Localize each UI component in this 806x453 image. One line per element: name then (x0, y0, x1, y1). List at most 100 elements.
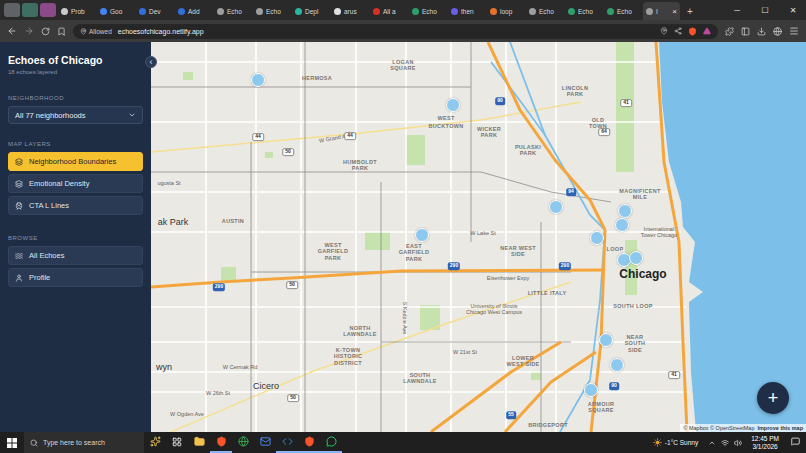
sparkles-icon (150, 436, 161, 447)
browser-tab[interactable]: Dev (136, 2, 173, 20)
map-label: W Ogden Ave (170, 411, 204, 417)
map-label: Chicago (619, 268, 666, 282)
wifi-icon[interactable] (721, 439, 729, 447)
layer-button[interactable]: Emotional Density (8, 174, 143, 193)
map-label: SOUTH LOOP (613, 303, 652, 309)
share-icon[interactable] (674, 27, 682, 35)
clock[interactable]: 12:45 PM3/1/2026 (746, 435, 784, 451)
browser-tab[interactable]: Goo (97, 2, 134, 20)
map-label: ARMOUR SQUARE (583, 401, 619, 414)
reload-icon[interactable] (41, 27, 50, 36)
neighborhood-select[interactable]: All 77 neighborhoods (8, 106, 143, 124)
map-label: LINCOLN PARK (557, 85, 593, 98)
menu-icon[interactable] (789, 26, 799, 36)
download-icon[interactable] (757, 27, 766, 36)
permission-chip[interactable]: Allowed (80, 28, 112, 35)
browser-tab[interactable]: then (448, 2, 485, 20)
add-echo-button[interactable]: + (757, 382, 789, 414)
browser-tab[interactable]: Echo (604, 2, 641, 20)
task-view-button[interactable] (166, 432, 188, 453)
highway-shield: 90 (609, 382, 619, 390)
tab-label: Prob (71, 8, 92, 15)
map-label: LOOP (607, 246, 624, 252)
echo-pin[interactable] (549, 200, 563, 214)
browse-button[interactable]: All Echoes (8, 246, 143, 265)
echo-pin[interactable] (590, 231, 604, 245)
extensions-icon[interactable] (725, 27, 734, 36)
back-icon[interactable] (7, 26, 17, 36)
start-button[interactable] (0, 432, 24, 453)
vscode-button[interactable] (276, 432, 298, 453)
notifications-button[interactable] (784, 432, 806, 453)
map-label: NORTH LAWNDALE (340, 325, 380, 338)
forward-icon[interactable] (24, 26, 34, 36)
rewards-icon[interactable] (703, 27, 711, 35)
pinned-tab[interactable] (40, 3, 56, 17)
window-control[interactable]: ☐ (752, 0, 778, 20)
browse-button[interactable]: Profile (8, 268, 143, 287)
location-icon[interactable] (660, 27, 668, 35)
copilot-button[interactable] (144, 432, 166, 453)
map-label: Cicero (253, 381, 279, 391)
tab-label: Echo (227, 8, 248, 15)
browser-tab[interactable]: loop (487, 2, 524, 20)
browser-tab[interactable]: Echo (409, 2, 446, 20)
pinned-tab[interactable] (4, 3, 20, 17)
browser-tab[interactable]: I× (643, 2, 680, 20)
volume-icon[interactable] (734, 439, 742, 447)
whatsapp-button[interactable] (320, 432, 342, 453)
tab-label: Dev (149, 8, 170, 15)
browser-tab[interactable]: Depl (292, 2, 329, 20)
map[interactable]: HERMOSALOGAN SQUARELINCOLN PARKWESTBUCKT… (151, 42, 806, 432)
highway-shield: 50 (286, 281, 298, 289)
explorer-button[interactable] (188, 432, 210, 453)
layers-icon (15, 158, 23, 166)
echo-pin[interactable] (599, 333, 613, 347)
browser-tab[interactable]: Echo (214, 2, 251, 20)
echo-pin[interactable] (446, 98, 460, 112)
echo-count: 18 echoes layered (8, 69, 143, 75)
map-label: LOWER WEST SIDE (505, 355, 541, 368)
chevron-up-icon[interactable] (708, 439, 716, 447)
bookmark-icon[interactable] (57, 27, 66, 36)
tab-close-button[interactable]: × (672, 7, 677, 16)
browser-tab[interactable]: Echo (565, 2, 602, 20)
collapse-button[interactable]: ‹ (145, 56, 157, 68)
sidebar-toggle-icon[interactable] (741, 27, 750, 36)
browser-tab[interactable]: Prob (58, 2, 95, 20)
wallet-icon[interactable] (773, 27, 782, 36)
echo-pin[interactable] (251, 73, 265, 87)
browser-tab[interactable]: arus (331, 2, 368, 20)
browser-tab[interactable]: Echo (253, 2, 290, 20)
task-view-icon (172, 437, 182, 447)
new-tab-button[interactable]: + (682, 2, 698, 20)
map-label: wyn (156, 362, 172, 372)
tab-label: Add (188, 8, 209, 15)
mail-button[interactable] (254, 432, 276, 453)
browser-tab[interactable]: Echo (526, 2, 563, 20)
echo-pin[interactable] (629, 251, 643, 265)
echo-pin[interactable] (618, 204, 632, 218)
browser-tab[interactable]: Add (175, 2, 212, 20)
highway-shield: 290 (213, 283, 225, 291)
browser-tab[interactable]: All a (370, 2, 407, 20)
echo-pin[interactable] (584, 383, 598, 397)
url-field[interactable]: Allowedechoesofchicago.netlify.app (73, 24, 718, 39)
echo-pin[interactable] (615, 218, 629, 232)
brave-button[interactable] (298, 432, 320, 453)
chrome-button[interactable] (232, 432, 254, 453)
brave-shield-icon[interactable] (688, 27, 697, 36)
taskbar-search[interactable]: Type here to search (24, 432, 144, 453)
window-control[interactable]: ✕ (780, 0, 806, 20)
echo-pin[interactable] (610, 358, 624, 372)
tab-label: arus (344, 8, 365, 15)
layer-button[interactable]: CTA L Lines (8, 196, 143, 215)
improve-map-link[interactable]: Improve this map (757, 425, 803, 431)
echo-pin[interactable] (415, 228, 429, 242)
pinned-tab[interactable] (22, 3, 38, 17)
weather[interactable]: -1°C Sunny (647, 438, 704, 447)
layer-button[interactable]: Neighborhood Boundaries (8, 152, 143, 171)
tab-label: Echo (617, 8, 638, 15)
brave-button[interactable] (210, 432, 232, 453)
window-control[interactable]: ─ (724, 0, 750, 20)
